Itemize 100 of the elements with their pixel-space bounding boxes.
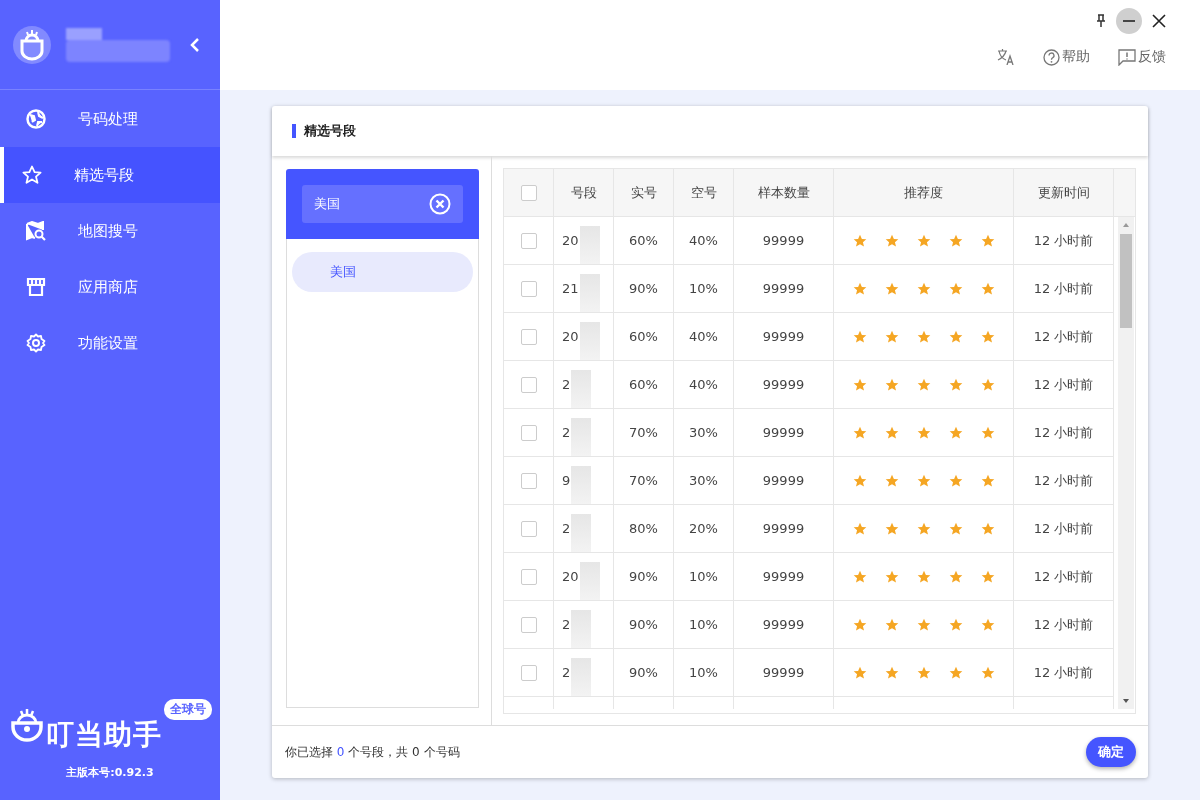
row-checkbox[interactable] xyxy=(520,328,537,345)
star-icon xyxy=(22,165,42,185)
table-cell: 12 小时前 xyxy=(1014,457,1114,504)
row-checkbox[interactable] xyxy=(520,664,537,681)
table-cell: 70% xyxy=(614,409,674,456)
table-cell: 90% xyxy=(614,265,674,312)
table-cell: 90% xyxy=(614,601,674,648)
table-cell: 10% xyxy=(674,649,734,696)
table-cell: 20 xyxy=(562,233,579,248)
table-cell: 12 小时前 xyxy=(1014,601,1114,648)
column-header: 号段 xyxy=(554,169,614,216)
blurred-number xyxy=(571,658,592,696)
row-checkbox[interactable] xyxy=(520,376,537,393)
table-cell: 2 xyxy=(562,665,571,680)
table-cell: 12 小时前 xyxy=(1014,265,1114,312)
feedback-button[interactable]: 反馈 xyxy=(1118,48,1166,66)
table-cell: 60% xyxy=(614,361,674,408)
table-cell: 99999 xyxy=(734,217,834,264)
map-search-icon xyxy=(26,221,46,241)
column-header: 空号 xyxy=(674,169,734,216)
table-cell: 99999 xyxy=(734,505,834,552)
blurred-number xyxy=(579,226,600,264)
confirm-button[interactable]: 确定 xyxy=(1086,737,1136,767)
minimize-icon[interactable] xyxy=(1116,8,1142,34)
translate-icon[interactable] xyxy=(997,49,1015,65)
version-label: 主版本号:0.92.3 xyxy=(65,765,155,780)
blurred-number xyxy=(579,274,600,312)
table-cell: 60% xyxy=(614,217,674,264)
scrollbar[interactable] xyxy=(1118,217,1134,709)
table-cell: 12 小时前 xyxy=(1014,505,1114,552)
table-cell: 99999 xyxy=(734,649,834,696)
table-cell: 10% xyxy=(674,601,734,648)
select-all-checkbox[interactable] xyxy=(520,184,537,201)
table-cell: 90% xyxy=(614,553,674,600)
table-cell: 2 xyxy=(562,377,571,392)
table-cell: 21 xyxy=(562,281,579,296)
table-cell: 40% xyxy=(674,217,734,264)
table-cell: 20 xyxy=(562,569,579,584)
blurred-number xyxy=(571,466,592,504)
row-checkbox[interactable] xyxy=(520,568,537,585)
pin-icon[interactable] xyxy=(1096,14,1106,28)
globe-icon xyxy=(26,109,46,129)
table-cell: 90% xyxy=(614,649,674,696)
table-cell: 99999 xyxy=(734,457,834,504)
table-cell: 12 小时前 xyxy=(1014,217,1114,264)
blurred-number xyxy=(571,514,592,552)
store-icon xyxy=(26,277,46,297)
blurred-number xyxy=(571,370,592,408)
table-cell: 12 小时前 xyxy=(1014,313,1114,360)
close-icon[interactable] xyxy=(1152,14,1166,28)
table-cell: 2 xyxy=(562,617,571,632)
table-cell: 60% xyxy=(614,313,674,360)
row-checkbox[interactable] xyxy=(520,472,537,489)
blurred-number xyxy=(579,322,600,360)
help-button[interactable]: 帮助 xyxy=(1043,48,1090,66)
app-logo-icon xyxy=(12,24,52,65)
table-cell: 2 xyxy=(562,425,571,440)
table-cell: 40% xyxy=(674,361,734,408)
sidebar-item[interactable]: 应用商店 xyxy=(0,259,220,315)
table-cell: 70% xyxy=(614,457,674,504)
row-checkbox[interactable] xyxy=(520,520,537,537)
table-cell: 12 小时前 xyxy=(1014,361,1114,408)
table-cell: 9 xyxy=(562,473,571,488)
filter-chip[interactable]: 美国 xyxy=(302,185,463,223)
row-checkbox[interactable] xyxy=(520,232,537,249)
brand-name: 叮当助手 xyxy=(46,721,162,749)
table-cell: 80% xyxy=(614,505,674,552)
table-cell: 99999 xyxy=(734,601,834,648)
table-cell: 12 小时前 xyxy=(1014,553,1114,600)
edition-badge: 全球号 xyxy=(164,699,212,720)
country-item[interactable]: 美国 xyxy=(292,252,473,292)
blurred-number xyxy=(571,610,592,648)
sidebar-item[interactable]: 地图搜号 xyxy=(0,203,220,259)
row-checkbox[interactable] xyxy=(520,616,537,633)
sidebar-item[interactable]: 号码处理 xyxy=(0,91,220,147)
table-cell: 10% xyxy=(674,265,734,312)
table-cell: 99999 xyxy=(734,265,834,312)
table-cell: 20 xyxy=(562,329,579,344)
table-cell: 30% xyxy=(674,409,734,456)
table-cell: 99999 xyxy=(734,409,834,456)
blurred-number xyxy=(579,562,600,600)
column-header: 样本数量 xyxy=(734,169,834,216)
table-cell: 99999 xyxy=(734,313,834,360)
feedback-icon xyxy=(1118,48,1136,66)
help-icon xyxy=(1043,48,1060,66)
table-cell: 99999 xyxy=(734,553,834,600)
table-cell: 12 小时前 xyxy=(1014,409,1114,456)
column-header: 实号 xyxy=(614,169,674,216)
selection-summary: 你已选择 0 个号段，共 0 个号码 xyxy=(285,743,460,761)
chevron-left-icon[interactable] xyxy=(190,37,200,52)
table-cell: 12 小时前 xyxy=(1014,649,1114,696)
sidebar-item[interactable]: 精选号段 xyxy=(0,147,220,203)
blurred-number xyxy=(571,418,592,456)
column-header: 推荐度 xyxy=(834,169,1014,216)
table-cell: 99999 xyxy=(734,361,834,408)
column-header: 更新时间 xyxy=(1014,169,1114,216)
sidebar-item[interactable]: 功能设置 xyxy=(0,315,220,371)
row-checkbox[interactable] xyxy=(520,280,537,297)
table-cell: 30% xyxy=(674,457,734,504)
row-checkbox[interactable] xyxy=(520,424,537,441)
